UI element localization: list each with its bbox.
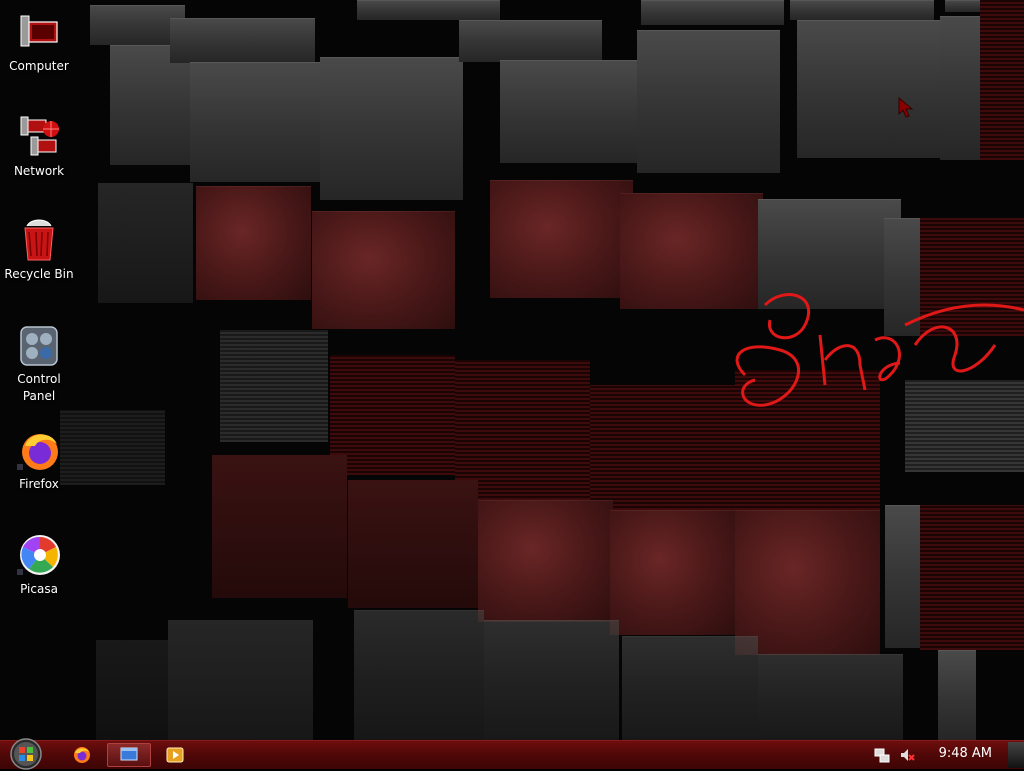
desktop-icon-label: Firefox [19, 477, 59, 491]
desktop-icon-picasa[interactable]: Picasa [4, 533, 74, 598]
show-desktop-corner[interactable] [1008, 742, 1024, 768]
taskbar-clock[interactable]: 9:48 AM [939, 746, 992, 761]
start-button[interactable] [8, 737, 44, 771]
quick-launch-show-desktop[interactable] [107, 743, 151, 767]
network-icon [17, 115, 61, 159]
desktop-icon-recycle-bin[interactable]: Recycle Bin [4, 218, 74, 283]
mouse-cursor-icon [898, 97, 914, 118]
picasa-icon [17, 533, 61, 577]
media-player-icon [166, 747, 184, 763]
network-status-icon [874, 748, 890, 763]
desktop-icon-label: Network [13, 164, 65, 178]
desktop-wallpaper: Computer Network Recycle Bin Control Pan… [0, 0, 1024, 740]
desktop-icon-label: Computer [9, 59, 69, 73]
desktop-icon-control-panel[interactable]: Control Panel [4, 323, 74, 405]
desktop-icon-label: Picasa [20, 582, 58, 596]
quick-launch-firefox[interactable] [70, 743, 94, 767]
tray-volume[interactable] [897, 743, 917, 767]
desktop-icon-firefox[interactable]: Firefox [4, 428, 74, 493]
tray-network[interactable] [872, 743, 892, 767]
volume-muted-icon [901, 749, 915, 761]
computer-icon [17, 10, 61, 54]
wallpaper-script-decoration [735, 293, 1024, 407]
desktop-icon-label: Recycle Bin [4, 267, 74, 281]
show-desktop-icon [120, 747, 138, 761]
firefox-icon [74, 747, 90, 763]
control-panel-icon [17, 323, 61, 367]
desktop-icon-computer[interactable]: Computer [4, 10, 74, 75]
desktop-icon-label: Control Panel [17, 372, 61, 403]
quick-launch-media-player[interactable] [163, 743, 187, 767]
taskbar: 9:48 AM [0, 737, 1024, 771]
windows-start-orb-icon [10, 738, 42, 770]
desktop-icon-network[interactable]: Network [4, 115, 74, 180]
firefox-icon [17, 428, 61, 472]
recycle-bin-icon [17, 218, 61, 262]
